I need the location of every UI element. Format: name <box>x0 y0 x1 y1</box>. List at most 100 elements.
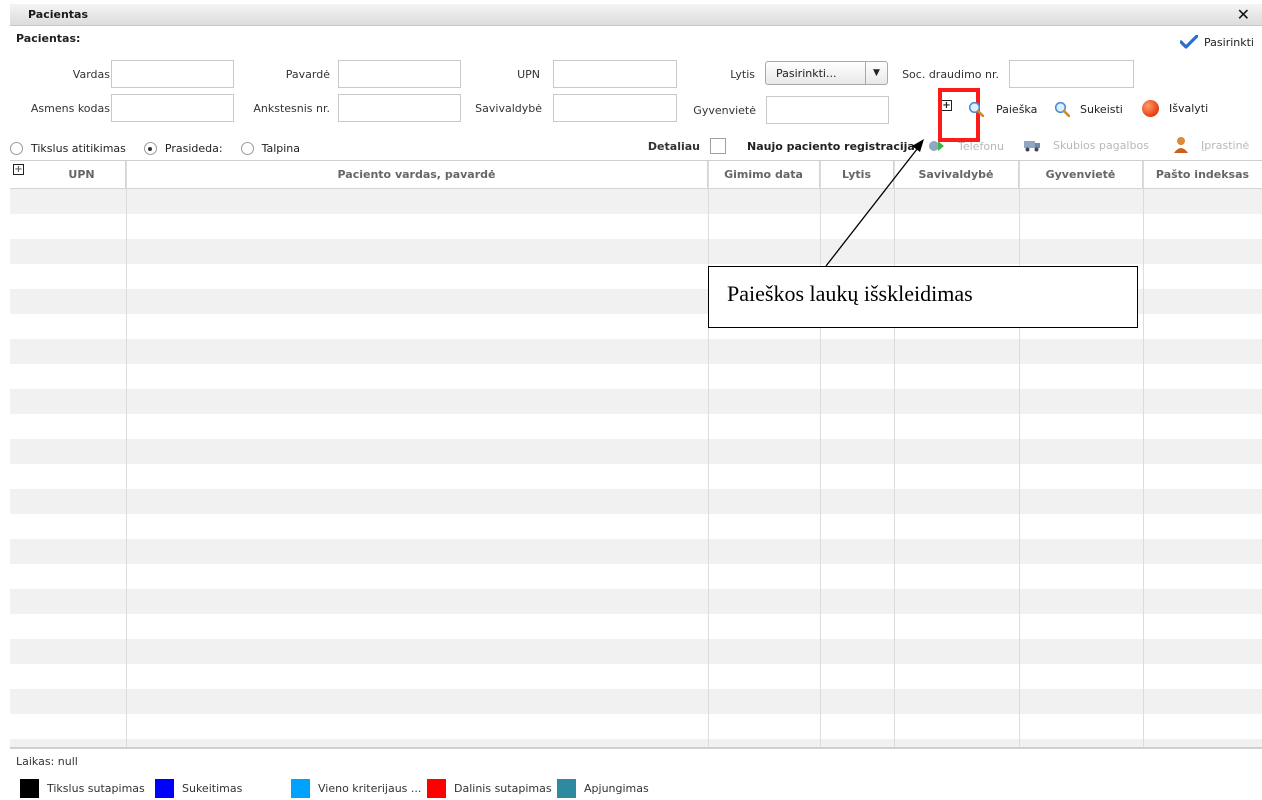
legend-swatch <box>155 778 174 798</box>
col-header-postal-code[interactable]: Pašto indeksas <box>1143 161 1262 189</box>
upn-field[interactable] <box>553 60 677 88</box>
col-header-name[interactable]: Paciento vardas, pavardė <box>126 161 708 189</box>
table-row[interactable] <box>10 339 1262 364</box>
swap-button[interactable]: Sukeisti <box>1054 101 1123 117</box>
phone-icon <box>929 141 944 151</box>
table-row[interactable] <box>10 539 1262 564</box>
phone-button[interactable]: Telefonu <box>928 138 1004 154</box>
legend-swatch <box>291 778 310 798</box>
expand-all-plus-icon[interactable]: + <box>13 164 24 175</box>
legend-label: Sukeitimas <box>182 781 243 795</box>
col-header-birth-date[interactable]: Gimimo data <box>708 161 820 189</box>
search-icon <box>968 101 984 117</box>
time-label: Laikas: null <box>16 755 78 768</box>
table-row[interactable] <box>10 489 1262 514</box>
section-label: Pacientas: <box>16 32 81 45</box>
table-row[interactable] <box>10 414 1262 439</box>
radio-selected-icon <box>143 142 157 155</box>
table-row[interactable] <box>10 589 1262 614</box>
first-name-label: Vardas <box>72 68 110 81</box>
chevron-down-icon: ▼ <box>865 62 887 84</box>
checkmark-icon <box>1180 35 1199 49</box>
col-divider <box>820 161 821 747</box>
table-row[interactable] <box>10 739 1262 747</box>
table-row[interactable] <box>10 364 1262 389</box>
col-header-upn[interactable]: UPN <box>38 161 126 189</box>
legend-swatch <box>557 778 576 798</box>
detail-label: Detaliau <box>647 140 700 153</box>
legend-item: Vieno kriterijaus ... <box>291 778 427 798</box>
clear-button[interactable]: Išvalyti <box>1142 100 1208 117</box>
municipality-field[interactable] <box>553 94 677 122</box>
col-header-gender[interactable]: Lytis <box>820 161 894 189</box>
table-row[interactable] <box>10 714 1262 739</box>
table-row[interactable] <box>10 614 1262 639</box>
gender-label: Lytis <box>730 68 755 81</box>
table-row[interactable] <box>10 189 1262 214</box>
usual-button-label: Įprastinė <box>1201 138 1250 152</box>
previous-no-field[interactable] <box>338 94 461 122</box>
results-grid: + UPN Paciento vardas, pavardė Gimimo da… <box>10 160 1262 748</box>
radio-icon <box>240 142 254 155</box>
table-row[interactable] <box>10 689 1262 714</box>
match-starts-radio[interactable]: Prasideda: <box>143 142 223 155</box>
usual-button[interactable]: Įprastinė <box>1173 136 1249 154</box>
swap-search-icon <box>1054 101 1070 117</box>
last-name-label: Pavardė <box>285 68 330 81</box>
residence-label: Gyvenvietė <box>693 104 756 117</box>
radio-icon <box>10 142 23 155</box>
first-name-field[interactable] <box>111 60 234 88</box>
table-row[interactable] <box>10 239 1262 264</box>
legend-label: Tikslus sutapimas <box>47 781 145 795</box>
grid-expand-cell[interactable]: + <box>10 161 38 189</box>
residence-field[interactable] <box>766 96 889 124</box>
personal-code-field[interactable] <box>111 94 234 122</box>
upn-label: UPN <box>517 68 540 81</box>
match-exact-label: Tikslus atitikimas <box>31 142 126 155</box>
table-row[interactable] <box>10 389 1262 414</box>
gender-select[interactable]: Pasirinkti... ▼ <box>765 61 888 85</box>
table-row[interactable] <box>10 214 1262 239</box>
annotation-callout: Paieškos laukų išskleidimas <box>708 266 1138 328</box>
select-button-label: Pasirinkti <box>1204 35 1254 49</box>
table-row[interactable] <box>10 464 1262 489</box>
gender-select-value: Pasirinkti... <box>776 66 837 80</box>
table-row[interactable] <box>10 639 1262 664</box>
detail-checkbox[interactable] <box>710 138 726 154</box>
legend-item: Tikslus sutapimas <box>20 778 155 798</box>
legend-swatch <box>20 778 39 798</box>
window-title: Pacientas <box>28 8 89 21</box>
legend-item: Sukeitimas <box>155 778 291 798</box>
select-button[interactable]: Pasirinkti <box>1180 35 1254 49</box>
personal-code-label: Asmens kodas <box>30 102 110 115</box>
match-contains-label: Talpina <box>261 142 301 155</box>
match-contains-radio[interactable]: Talpina <box>240 142 301 155</box>
table-row[interactable] <box>10 439 1262 464</box>
legend-label: Apjungimas <box>584 781 649 795</box>
insurance-field[interactable] <box>1009 60 1134 88</box>
patient-search-window: Pacientas ✕ Pacientas: Pasirinkti Vardas… <box>10 4 1262 800</box>
col-header-residence[interactable]: Gyvenvietė <box>1019 161 1143 189</box>
search-button-label: Paieška <box>996 102 1038 116</box>
legend-item: Dalinis sutapimas <box>427 778 557 798</box>
clear-circle-icon <box>1142 100 1159 117</box>
match-starts-label: Prasideda: <box>164 142 223 155</box>
col-divider <box>126 161 127 747</box>
table-row[interactable] <box>10 514 1262 539</box>
legend-label: Vieno kriterijaus ... <box>318 781 422 795</box>
col-divider <box>1019 161 1020 747</box>
match-exact-radio[interactable]: Tikslus atitikimas <box>10 142 126 155</box>
col-header-municipality[interactable]: Savivaldybė <box>894 161 1019 189</box>
search-button[interactable]: Paieška <box>968 101 1037 117</box>
close-icon[interactable]: ✕ <box>1237 5 1250 24</box>
last-name-field[interactable] <box>338 60 461 88</box>
match-mode-group: Tikslus atitikimas Prasideda: Talpina <box>10 142 318 155</box>
ambulance-icon <box>1024 141 1040 152</box>
emergency-button[interactable]: Skubios pagalbos <box>1023 138 1149 152</box>
municipality-label: Savivaldybė <box>475 102 542 115</box>
table-row[interactable] <box>10 564 1262 589</box>
swap-button-label: Sukeisti <box>1080 102 1123 116</box>
table-row[interactable] <box>10 664 1262 689</box>
person-icon <box>1174 137 1188 153</box>
legend: Tikslus sutapimas Sukeitimas Vieno krite… <box>10 776 1262 800</box>
